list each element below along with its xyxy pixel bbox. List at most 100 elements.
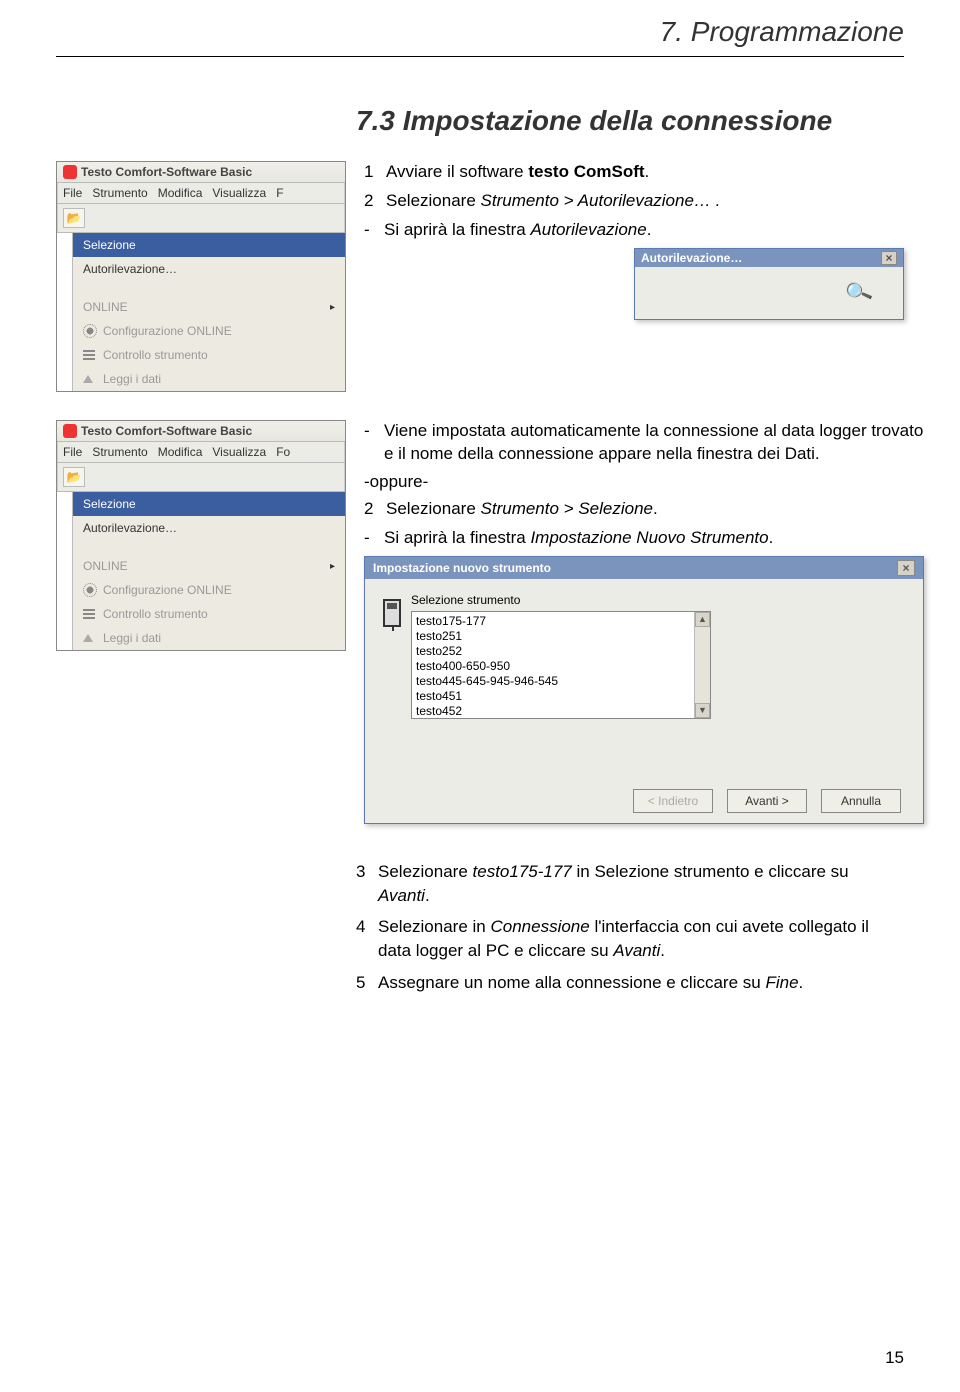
dash: - [364, 219, 374, 242]
step-1-text: Avviare il software testo ComSoft. [386, 161, 649, 184]
app-left-gutter [57, 233, 73, 391]
dropdown-online-label-2: ONLINE [83, 559, 128, 573]
strumento-listbox[interactable]: testo175-177 testo251 testo252 testo400-… [411, 611, 711, 719]
step-5-num: 5 [356, 971, 370, 995]
result-2-text: Viene impostata automaticamente la conne… [384, 420, 924, 466]
step-3-num: 3 [356, 860, 370, 908]
step-2b-text: Selezionare Strumento > Selezione. [386, 498, 658, 521]
dropdown-autorilevazione[interactable]: Autorilevazione… [73, 257, 345, 281]
list-item[interactable]: testo252 [416, 644, 706, 659]
gear-icon-2 [83, 583, 97, 597]
device-icon [383, 599, 401, 627]
dash-2: - [364, 420, 374, 466]
dropdown-config-2: Configurazione ONLINE [73, 578, 345, 602]
step-3-text: Selezionare testo175-177 in Selezione st… [378, 860, 904, 908]
app-titlebar-2: Testo Comfort-Software Basic [57, 421, 345, 442]
dash-3: - [364, 527, 374, 550]
app-menubar-2: File Strumento Modifica Visualizza Fo [57, 442, 345, 463]
dropdown-leggi-2: Leggi i dati [73, 626, 345, 650]
dropdown-online-label: ONLINE [83, 300, 128, 314]
dropdown-leggi-label: Leggi i dati [103, 372, 161, 386]
step-2-num: 2 [364, 190, 378, 213]
cancel-button[interactable]: Annulla [821, 789, 901, 813]
step-4-text: Selezionare in Connessione l'interfaccia… [378, 915, 904, 963]
step-2-text: Selezionare Strumento > Autorilevazione…… [386, 190, 720, 213]
step-2b-num: 2 [364, 498, 378, 521]
menu-modifica-2[interactable]: Modifica [158, 445, 203, 459]
scroll-up-icon[interactable]: ▲ [695, 612, 710, 627]
section-title: 7.3 Impostazione della connessione [356, 105, 904, 137]
oppure-label: -oppure- [364, 472, 924, 492]
app-left-gutter-2 [57, 492, 73, 650]
app-logo-icon [63, 165, 77, 179]
list-item[interactable]: testo175-177 [416, 614, 706, 629]
app-toolbar-2: 📂 [57, 463, 345, 492]
menu-file[interactable]: File [63, 186, 82, 200]
controller-icon [83, 348, 97, 362]
upload-icon [83, 372, 97, 386]
dropdown-selezione-label-2: Selezione [83, 497, 136, 511]
menu-strumento-2[interactable]: Strumento [92, 445, 147, 459]
header-rule [56, 56, 904, 57]
page-number: 15 [885, 1348, 904, 1368]
result-3-text: Si aprirà la finestra Impostazione Nuovo… [384, 527, 773, 550]
result-1-text: Si aprirà la finestra Autorilevazione. [384, 219, 651, 242]
scroll-down-icon[interactable]: ▼ [695, 703, 710, 718]
dropdown-online: ONLINE ▸ [73, 295, 345, 319]
dropdown-selezione[interactable]: Selezione [73, 233, 345, 257]
dropdown-selezione-label: Selezione [83, 238, 136, 252]
selezione-group-label: Selezione strumento [411, 593, 905, 607]
autorilevazione-dialog: Autorilevazione… × 🔍 [634, 248, 904, 320]
list-item[interactable]: testo400-650-950 [416, 659, 706, 674]
dropdown-online-2: ONLINE ▸ [73, 554, 345, 578]
page-header: 7. Programmazione [0, 0, 960, 56]
dropdown-controllo: Controllo strumento [73, 343, 345, 367]
autorilevazione-dialog-title: Autorilevazione… [641, 251, 742, 265]
strumento-dropdown: Selezione Autorilevazione… ONLINE ▸ Co [73, 233, 345, 391]
dropdown-autorilevazione-label: Autorilevazione… [83, 262, 177, 276]
list-item[interactable]: testo452 [416, 704, 706, 719]
step-4-num: 4 [356, 915, 370, 963]
dropdown-controllo-label: Controllo strumento [103, 348, 208, 362]
search-icon: 🔍 [843, 277, 875, 309]
dropdown-config-label: Configurazione ONLINE [103, 324, 232, 338]
app-logo-icon-2 [63, 424, 77, 438]
dropdown-controllo-2: Controllo strumento [73, 602, 345, 626]
strumento-dropdown-2: Selezione Autorilevazione… ONLINE ▸ Co [73, 492, 345, 650]
close-icon[interactable]: × [881, 251, 897, 265]
chevron-right-icon-2: ▸ [330, 561, 335, 572]
nuovo-strumento-title: Impostazione nuovo strumento [373, 561, 551, 575]
menu-file-2[interactable]: File [63, 445, 82, 459]
app-title: Testo Comfort-Software Basic [81, 165, 252, 179]
dropdown-leggi: Leggi i dati [73, 367, 345, 391]
menu-strumento[interactable]: Strumento [92, 186, 147, 200]
toolbar-open-icon-2[interactable]: 📂 [63, 467, 85, 487]
scrollbar[interactable]: ▲ ▼ [694, 612, 710, 718]
gear-icon [83, 324, 97, 338]
menu-more-2[interactable]: Fo [276, 445, 290, 459]
list-item[interactable]: testo251 [416, 629, 706, 644]
menu-modifica[interactable]: Modifica [158, 186, 203, 200]
controller-icon-2 [83, 607, 97, 621]
dropdown-selezione-2[interactable]: Selezione [73, 492, 345, 516]
step-5-text: Assegnare un nome alla connessione e cli… [378, 971, 803, 995]
dropdown-autorilevazione-2[interactable]: Autorilevazione… [73, 516, 345, 540]
close-icon-2[interactable]: × [897, 560, 915, 576]
back-button: < Indietro [633, 789, 713, 813]
next-button[interactable]: Avanti > [727, 789, 807, 813]
menu-visualizza-2[interactable]: Visualizza [212, 445, 266, 459]
menu-visualizza[interactable]: Visualizza [212, 186, 266, 200]
dropdown-leggi-label-2: Leggi i dati [103, 631, 161, 645]
toolbar-open-icon[interactable]: 📂 [63, 208, 85, 228]
list-item[interactable]: testo445-645-945-946-545 [416, 674, 706, 689]
dropdown-config: Configurazione ONLINE [73, 319, 345, 343]
list-item[interactable]: testo451 [416, 689, 706, 704]
menu-more[interactable]: F [276, 186, 283, 200]
nuovo-strumento-dialog: Impostazione nuovo strumento × Selezione… [364, 556, 924, 824]
app-menubar: File Strumento Modifica Visualizza F [57, 183, 345, 204]
app-window-1: Testo Comfort-Software Basic File Strume… [56, 161, 346, 392]
dropdown-controllo-label-2: Controllo strumento [103, 607, 208, 621]
app-window-2: Testo Comfort-Software Basic File Strume… [56, 420, 346, 651]
dropdown-config-label-2: Configurazione ONLINE [103, 583, 232, 597]
app-title-2: Testo Comfort-Software Basic [81, 424, 252, 438]
